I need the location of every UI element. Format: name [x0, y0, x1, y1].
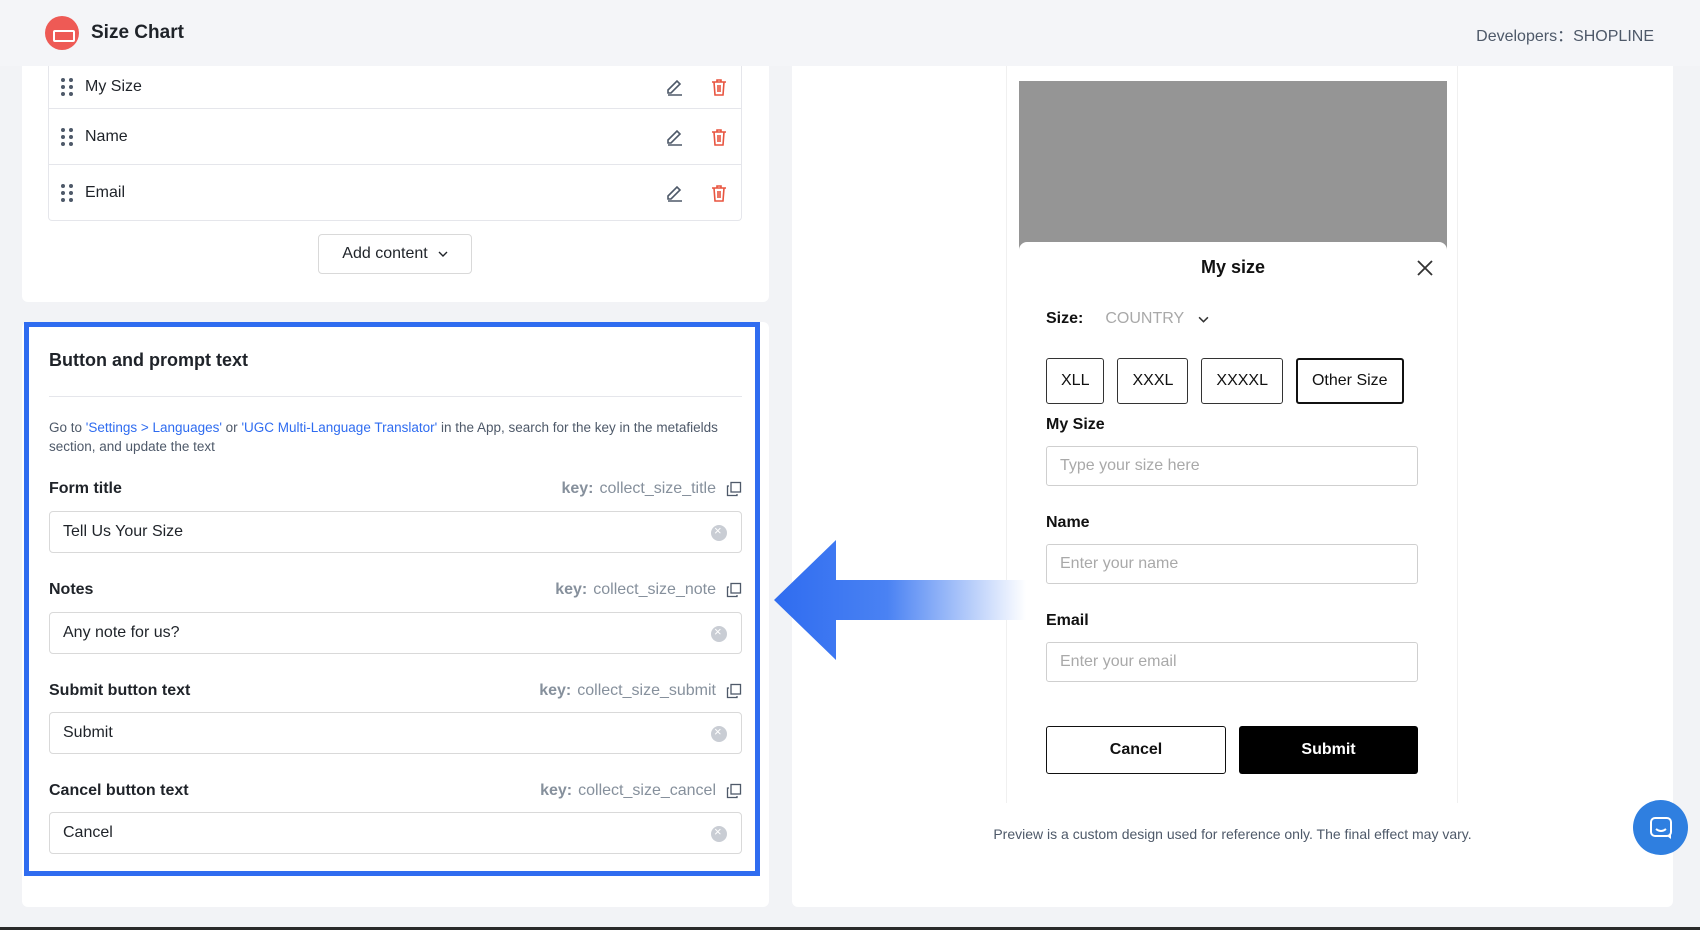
clear-icon[interactable]: [711, 523, 727, 541]
notes-label: Notes: [49, 581, 94, 598]
content-row-name: Name: [49, 108, 741, 164]
preview-submit-button[interactable]: Submit: [1239, 726, 1418, 774]
size-label: Size:: [1046, 310, 1084, 327]
drag-handle-icon[interactable]: [61, 183, 73, 202]
email-label: Email: [1046, 612, 1089, 629]
form-title-label: Form title: [49, 480, 122, 497]
key-label: key:: [540, 782, 573, 799]
form-title-key: key: collect_size_title: [561, 480, 742, 498]
key-label: key:: [555, 581, 588, 598]
developer-name: SHOPLINE: [1573, 28, 1654, 45]
chevron-down-icon: [438, 251, 448, 257]
input-value: Tell Us Your Size: [63, 523, 184, 540]
key-value: collect_size_title: [599, 480, 717, 497]
cancel-text-label: Cancel button text: [49, 782, 189, 799]
desc-text: or: [221, 420, 242, 435]
submit-text-input[interactable]: Submit: [49, 712, 742, 754]
section-divider: [49, 396, 742, 397]
preview-phone: My size Size: COUNTRY XLL XXXL XXXXL Oth…: [1006, 66, 1458, 803]
sheet-title: My size: [1200, 257, 1266, 277]
edit-icon[interactable]: [665, 183, 685, 203]
preview-cancel-button[interactable]: Cancel: [1046, 726, 1226, 774]
notes-key: key: collect_size_note: [555, 581, 742, 599]
chevron-down-icon: [1198, 316, 1209, 323]
developer-label: Developers：: [1476, 28, 1574, 45]
delete-icon[interactable]: [709, 183, 729, 203]
size-chip-xxxl[interactable]: XXXL: [1117, 358, 1189, 404]
preview-note: Preview is a custom design used for refe…: [993, 826, 1472, 842]
copy-icon[interactable]: [726, 481, 742, 497]
submit-text-label: Submit button text: [49, 682, 191, 699]
drag-handle-icon[interactable]: [61, 127, 73, 146]
cancel-text-input[interactable]: Cancel: [49, 812, 742, 854]
key-label: key:: [539, 682, 572, 699]
edit-icon[interactable]: [665, 127, 685, 147]
email-input[interactable]: Enter your email: [1046, 642, 1418, 682]
desc-text: Go to: [49, 420, 86, 435]
copy-icon[interactable]: [726, 683, 742, 699]
content-row-my-size: My Size: [49, 66, 741, 108]
submit-text-key: key: collect_size_submit: [539, 682, 742, 700]
chat-icon: [1649, 816, 1672, 839]
copy-icon[interactable]: [726, 783, 742, 799]
form-title-input[interactable]: Tell Us Your Size: [49, 511, 742, 553]
clear-icon[interactable]: [711, 624, 727, 642]
add-content-button[interactable]: Add content: [318, 234, 472, 274]
name-label: Name: [1046, 514, 1090, 531]
name-input[interactable]: Enter your name: [1046, 544, 1418, 584]
content-list: My Size Name Email: [48, 66, 742, 221]
my-size-input[interactable]: Type your size here: [1046, 446, 1418, 486]
size-chips: XLL XXXL XXXXL Other Size: [1046, 358, 1404, 404]
left-arrow-icon: [774, 540, 1026, 660]
content-row-email: Email: [49, 164, 741, 220]
delete-icon[interactable]: [709, 127, 729, 147]
clear-icon[interactable]: [711, 724, 727, 742]
country-select[interactable]: COUNTRY: [1105, 310, 1184, 328]
size-chip-xxxxl[interactable]: XXXXL: [1201, 358, 1283, 404]
drag-handle-icon[interactable]: [61, 78, 73, 96]
size-chart-logo-icon: [45, 16, 79, 50]
cancel-text-key: key: collect_size_cancel: [540, 782, 742, 800]
key-label: key:: [561, 480, 594, 497]
app-header: Size Chart Developers：SHOPLINE: [0, 0, 1700, 66]
key-value: collect_size_note: [593, 581, 716, 598]
input-value: Any note for us?: [63, 624, 180, 641]
edit-icon[interactable]: [665, 77, 685, 97]
input-value: Cancel: [63, 824, 113, 841]
content-row-label: My Size: [85, 78, 142, 95]
close-icon[interactable]: [1415, 258, 1435, 278]
chat-support-button[interactable]: [1633, 800, 1688, 855]
add-content-label: Add content: [342, 245, 428, 262]
my-size-label: My Size: [1046, 416, 1105, 433]
key-value: collect_size_submit: [577, 682, 716, 699]
developer-info: Developers：SHOPLINE: [1476, 22, 1654, 46]
app-title: Size Chart: [91, 22, 184, 43]
copy-icon[interactable]: [726, 582, 742, 598]
key-value: collect_size_cancel: [578, 782, 716, 799]
size-chip-xll[interactable]: XLL: [1046, 358, 1105, 404]
section-title: Button and prompt text: [49, 350, 248, 370]
my-size-sheet: My size Size: COUNTRY XLL XXXL XXXXL Oth…: [1019, 242, 1447, 803]
section-description: Go to 'Settings > Languages' or 'UGC Mul…: [49, 418, 729, 456]
clear-icon[interactable]: [711, 824, 727, 842]
preview-banner: [1019, 81, 1447, 251]
translator-link[interactable]: 'UGC Multi-Language Translator': [241, 420, 437, 435]
delete-icon[interactable]: [709, 77, 729, 97]
size-chip-other[interactable]: Other Size: [1295, 358, 1404, 404]
notes-input[interactable]: Any note for us?: [49, 612, 742, 654]
content-row-label: Name: [85, 127, 128, 145]
settings-languages-link[interactable]: 'Settings > Languages': [86, 420, 222, 435]
size-selector[interactable]: Size: COUNTRY: [1046, 310, 1209, 328]
input-value: Submit: [63, 724, 113, 741]
content-row-label: Email: [85, 183, 126, 201]
